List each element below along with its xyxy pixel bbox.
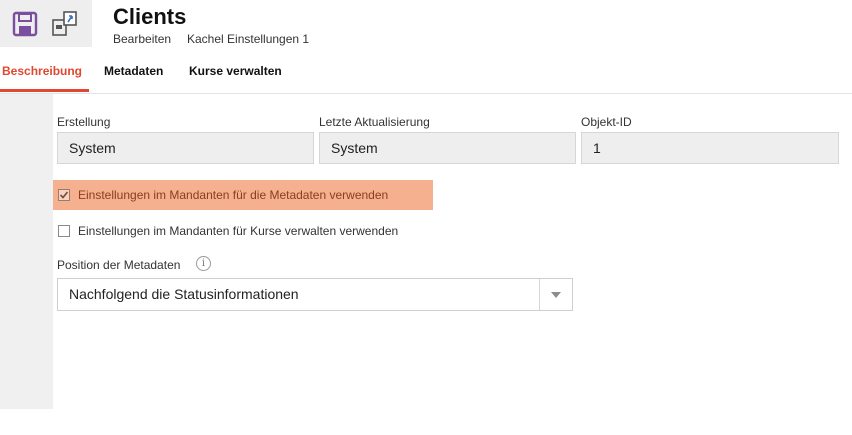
object-id-label: Objekt-ID bbox=[581, 115, 632, 129]
left-gutter bbox=[0, 94, 53, 409]
breadcrumb-tile-settings[interactable]: Kachel Einstellungen 1 bbox=[187, 32, 309, 46]
sync-button[interactable] bbox=[50, 9, 80, 39]
metadata-settings-checkbox[interactable] bbox=[58, 189, 70, 201]
info-icon[interactable]: i bbox=[196, 256, 211, 271]
tab-beschreibung[interactable]: Beschreibung bbox=[2, 64, 82, 78]
created-label: Erstellung bbox=[57, 115, 111, 129]
page-title: Clients bbox=[113, 4, 187, 29]
tab-bar: Beschreibung Metadaten Kurse verwalten bbox=[0, 56, 852, 94]
metadata-settings-label[interactable]: Einstellungen im Mandanten für die Metad… bbox=[78, 188, 388, 202]
tab-kurse-verwalten[interactable]: Kurse verwalten bbox=[189, 64, 282, 78]
select-dropdown-button[interactable] bbox=[539, 279, 572, 310]
page-header: Clients Bearbeiten Kachel Einstellungen … bbox=[0, 0, 852, 52]
updated-field: System bbox=[319, 132, 576, 164]
breadcrumb-edit[interactable]: Bearbeiten bbox=[113, 32, 171, 46]
courses-settings-label[interactable]: Einstellungen im Mandanten für Kurse ver… bbox=[78, 224, 398, 238]
select-value: Nachfolgend die Statusinformationen bbox=[69, 286, 299, 302]
metadata-position-label: Position der Metadaten bbox=[57, 258, 181, 272]
tab-metadaten[interactable]: Metadaten bbox=[104, 64, 163, 78]
updated-label: Letzte Aktualisierung bbox=[319, 115, 430, 129]
save-icon bbox=[12, 11, 38, 37]
active-tab-indicator bbox=[0, 89, 89, 92]
courses-settings-checkbox[interactable] bbox=[58, 225, 70, 237]
toolbar bbox=[0, 0, 92, 47]
chevron-down-icon bbox=[551, 292, 561, 298]
checkmark-icon bbox=[59, 191, 69, 199]
sync-icon bbox=[52, 11, 77, 36]
metadata-position-select[interactable]: Nachfolgend die Statusinformationen bbox=[57, 278, 573, 311]
object-id-field: 1 bbox=[581, 132, 839, 164]
created-field: System bbox=[57, 132, 314, 164]
save-button[interactable] bbox=[10, 9, 40, 39]
